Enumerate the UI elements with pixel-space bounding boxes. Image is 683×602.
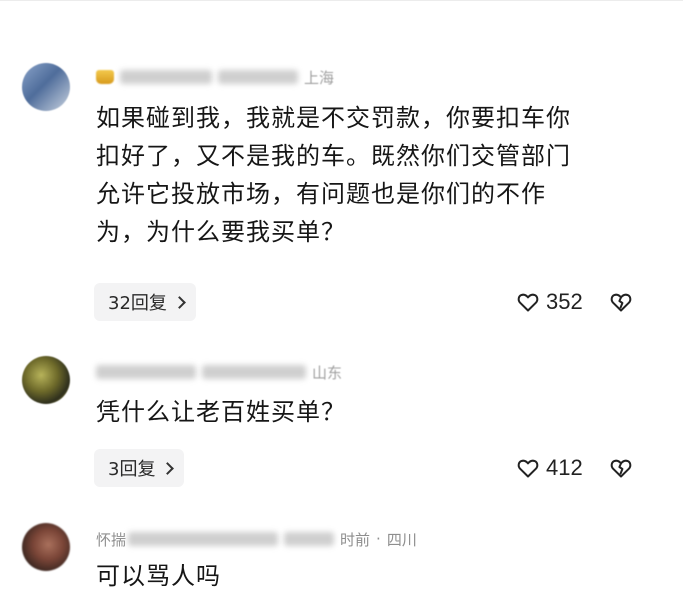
comment-text[interactable]: 凭什么让老百姓买单？ [96, 393, 666, 431]
comment-meta: 上海 [96, 65, 334, 89]
reaction-bar: 352 [516, 287, 633, 317]
avatar[interactable] [22, 63, 70, 111]
comment-text[interactable]: 如果碰到我，我就是不交罚款，你要扣车你 扣好了，又不是我的车。既然你们交管部门 … [96, 99, 666, 251]
comment-meta: 山东 [96, 360, 342, 384]
like-count: 412 [546, 455, 583, 480]
location-label: 山东 [312, 363, 343, 382]
reply-count-label: 32回复 [108, 293, 167, 314]
heartbreak-icon[interactable] [609, 456, 633, 480]
reaction-bar: 412 [516, 453, 633, 483]
comment-text[interactable]: 可以骂人吗 [96, 557, 666, 595]
time-redacted [284, 532, 335, 546]
heart-icon[interactable] [516, 456, 540, 480]
time-redacted [218, 70, 298, 84]
comment-list: 上海 如果碰到我，我就是不交罚款，你要扣车你 扣好了，又不是我的车。既然你们交管… [0, 0, 683, 602]
heart-icon[interactable] [516, 290, 540, 314]
time-redacted [202, 365, 306, 379]
heartbreak-icon[interactable] [609, 290, 633, 314]
username-redacted[interactable] [120, 70, 212, 84]
crown-badge-icon [96, 70, 114, 84]
reply-button[interactable]: 3回复 [94, 449, 185, 487]
username-prefix[interactable]: 怀揣 [96, 529, 126, 550]
meta-separator: · [376, 530, 381, 548]
like-count: 352 [546, 289, 583, 314]
avatar[interactable] [22, 523, 70, 571]
avatar[interactable] [22, 356, 70, 404]
reply-button[interactable]: 32回复 [94, 283, 196, 321]
reply-count-label: 3回复 [108, 459, 156, 480]
username-redacted[interactable] [128, 532, 279, 546]
time-label: 时前 [340, 530, 371, 549]
username-redacted[interactable] [96, 365, 196, 379]
location-label: 四川 [386, 530, 417, 549]
comment-meta: 怀揣 时前 · 四川 [96, 527, 417, 551]
chevron-right-icon [161, 462, 175, 475]
chevron-right-icon [173, 296, 186, 309]
location-label: 上海 [304, 68, 335, 87]
